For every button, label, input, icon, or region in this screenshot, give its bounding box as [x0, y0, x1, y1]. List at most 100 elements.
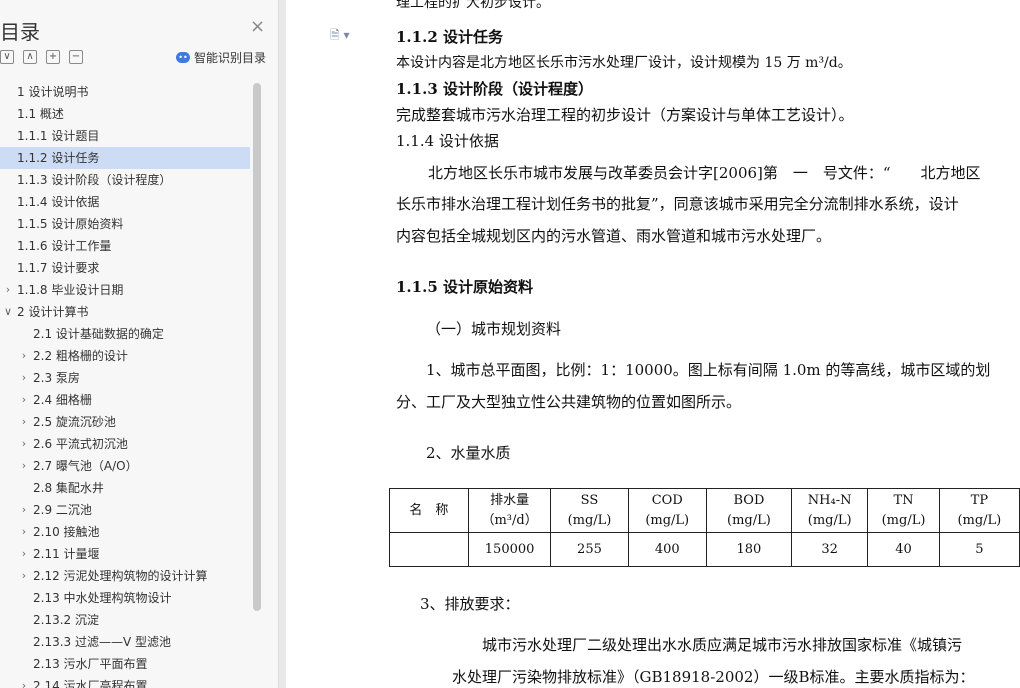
chevron-right-icon[interactable]: ›: [19, 367, 29, 389]
chevron-right-icon[interactable]: ›: [19, 455, 29, 477]
toc-item[interactable]: › 2.9 二沉池: [0, 499, 250, 521]
toc-title: 目录: [0, 20, 40, 44]
toc-item-label: 2.3 泵房: [33, 371, 80, 385]
toc-item-label: 2.1 设计基础数据的确定: [33, 327, 164, 341]
toc-item[interactable]: › 2.4 细格栅: [0, 389, 250, 411]
chevron-right-icon[interactable]: ›: [19, 543, 29, 565]
toc-item[interactable]: 1.1.1 设计题目: [0, 125, 250, 147]
toc-item[interactable]: › 2.10 接触池: [0, 521, 250, 543]
toc-item[interactable]: 2.13.2 沉淀: [0, 609, 250, 631]
chevron-right-icon[interactable]: ›: [19, 433, 29, 455]
toc-item[interactable]: › 2.2 粗格栅的设计: [0, 345, 250, 367]
document-page: 🗎 ▾ 理工程的扩大初步设计。 1.1.2 设计任务 本设计内容是北方地区长乐市…: [286, 0, 1020, 688]
paragraph-map-2: 分、工厂及大型独立性公共建筑物的位置如图所示。: [396, 393, 742, 411]
toc-item-label: 2 设计计算书: [17, 305, 89, 319]
paragraph-map-1: 1、城市总平面图，比例：1：10000。图上标有间隔 1.0m 的等高线，城市区…: [426, 361, 991, 379]
chevron-right-icon[interactable]: ›: [3, 279, 13, 301]
toc-item[interactable]: 2.8 集配水井: [0, 477, 250, 499]
table-header-cell: TP (mg/L): [938, 488, 1020, 533]
table-header-cell: 名 称: [389, 488, 469, 533]
expand-all-icon[interactable]: ∨: [0, 50, 14, 64]
toc-item-label: 2.10 接触池: [33, 525, 100, 539]
table-cell: 32: [790, 532, 869, 567]
toc-item[interactable]: 2.1 设计基础数据的确定: [0, 323, 250, 345]
toc-item-label: 1.1 概述: [17, 107, 64, 121]
toc-item[interactable]: 1.1.2 设计任务: [0, 147, 250, 169]
table-header-cell: 排水量 （m³/d）: [467, 488, 552, 533]
toc-item-label: 2.8 集配水井: [33, 481, 104, 495]
heading-1-1-5: 1.1.5 设计原始资料: [396, 278, 533, 296]
toc-scrollbar[interactable]: [253, 83, 261, 611]
remove-heading-icon[interactable]: −: [69, 50, 83, 64]
toc-toolbar: ∨ ∧ + −: [0, 50, 83, 64]
smart-toc-button[interactable]: •• 智能识别目录: [176, 49, 266, 66]
toc-item[interactable]: › 2.11 计量堰: [0, 543, 250, 565]
toc-item[interactable]: 1.1.6 设计工作量: [0, 235, 250, 257]
toc-item[interactable]: 1.1.7 设计要求: [0, 257, 250, 279]
toc-item[interactable]: 1.1 概述: [0, 103, 250, 125]
paragraph-discharge-2: 水处理厂污染物排放标准》（GB18918-2002）一级B标准。主要水质指标为：: [452, 668, 975, 686]
toc-item-label: 1.1.2 设计任务: [17, 151, 100, 165]
toc-item-label: 1.1.5 设计原始资料: [17, 217, 124, 231]
close-icon[interactable]: ×: [250, 18, 265, 36]
paragraph-discharge: 3、排放要求：: [420, 595, 520, 613]
chevron-right-icon[interactable]: ›: [19, 521, 29, 543]
toc-item[interactable]: › 2.6 平流式初沉池: [0, 433, 250, 455]
paragraph-basis-2: 长乐市排水治理工程计划任务书的批复”，同意该城市采用完全分流制排水系统，设计: [396, 195, 959, 213]
toc-item-label: 1.1.7 设计要求: [17, 261, 100, 275]
table-header-cell: NH₄-N (mg/L): [790, 488, 869, 533]
chevron-right-icon[interactable]: ›: [19, 565, 29, 587]
chevron-right-icon[interactable]: ›: [19, 345, 29, 367]
toc-item[interactable]: ∨ 2 设计计算书: [0, 301, 250, 323]
toc-item[interactable]: 1 设计说明书: [0, 81, 250, 103]
toc-item[interactable]: 2.13.3 过滤——V 型滤池: [0, 631, 250, 653]
toc-item[interactable]: › 2.3 泵房: [0, 367, 250, 389]
table-header-cell: BOD (mg/L): [705, 488, 793, 533]
smart-toc-label: 智能识别目录: [194, 51, 267, 65]
toc-item[interactable]: › 1.1.8 毕业设计日期: [0, 279, 250, 301]
table-header-cell: SS (mg/L): [550, 488, 629, 533]
toc-item[interactable]: 1.1.3 设计阶段（设计程度）: [0, 169, 250, 191]
toc-item-label: 2.13 中水处理构筑物设计: [33, 591, 172, 605]
collapse-all-icon[interactable]: ∧: [23, 50, 37, 64]
toc-item-label: 2.13.2 沉淀: [33, 613, 99, 627]
table-cell: 40: [867, 532, 940, 567]
chevron-right-icon[interactable]: ›: [19, 411, 29, 433]
toc-item[interactable]: 2.13 中水处理构筑物设计: [0, 587, 250, 609]
document-icon[interactable]: 🗎 ▾: [330, 26, 350, 47]
toc-item-label: 2.9 二沉池: [33, 503, 92, 517]
chevron-right-icon[interactable]: ›: [19, 389, 29, 411]
pane-divider[interactable]: [279, 0, 286, 688]
toc-item[interactable]: 1.1.5 设计原始资料: [0, 213, 250, 235]
toc-list: 1 设计说明书 1.1 概述 1.1.1 设计题目 1.1.2 设计任务 1.1.3 设…: [0, 81, 250, 688]
toc-item[interactable]: 1.1.4 设计依据: [0, 191, 250, 213]
toc-item[interactable]: 2.13 污水厂平面布置: [0, 653, 250, 675]
table-cell: 400: [627, 532, 707, 567]
toc-panel: 目录 × ∨ ∧ + − •• 智能识别目录 1 设计说明书 1.1 概述 1.1.…: [0, 0, 279, 688]
toc-item-label: 1.1.3 设计阶段（设计程度）: [17, 173, 172, 187]
table-header-cell: TN (mg/L): [867, 488, 940, 533]
toc-item[interactable]: › 2.14 污水厂高程布置: [0, 675, 250, 688]
paragraph-water-quality: 2、水量水质: [426, 444, 511, 462]
add-heading-icon[interactable]: +: [46, 50, 60, 64]
chevron-right-icon[interactable]: ›: [19, 675, 29, 688]
heading-1-1-2: 1.1.2 设计任务: [396, 28, 503, 46]
paragraph-basis-3: 内容包括全城规划区内的污水管道、雨水管道和城市污水处理厂。: [396, 227, 832, 245]
chevron-right-icon[interactable]: ›: [19, 499, 29, 521]
toc-item-label: 2.11 计量堰: [33, 547, 100, 561]
toc-item-label: 2.4 细格栅: [33, 393, 92, 407]
toc-item[interactable]: › 2.5 旋流沉砂池: [0, 411, 250, 433]
toc-item-label: 1.1.4 设计依据: [17, 195, 100, 209]
toc-item-label: 2.2 粗格栅的设计: [33, 349, 128, 363]
chevron-down-icon[interactable]: ∨: [3, 301, 13, 323]
toc-item-label: 2.12 污泥处理构筑物的设计计算: [33, 569, 208, 583]
paragraph-discharge-1: 城市污水处理厂二级处理出水水质应满足城市污水排放国家标准《城镇污: [482, 636, 963, 654]
toc-item-label: 2.5 旋流沉砂池: [33, 415, 116, 429]
toc-item[interactable]: › 2.12 污泥处理构筑物的设计计算: [0, 565, 250, 587]
toc-item[interactable]: › 2.7 曝气池（A/O）: [0, 455, 250, 477]
toc-item-label: 2.13.3 过滤——V 型滤池: [33, 635, 172, 649]
toc-item-label: 2.6 平流式初沉池: [33, 437, 128, 451]
table-cell: 150000: [467, 532, 552, 567]
table-cell: [389, 532, 469, 567]
toc-item-label: 1 设计说明书: [17, 85, 89, 99]
